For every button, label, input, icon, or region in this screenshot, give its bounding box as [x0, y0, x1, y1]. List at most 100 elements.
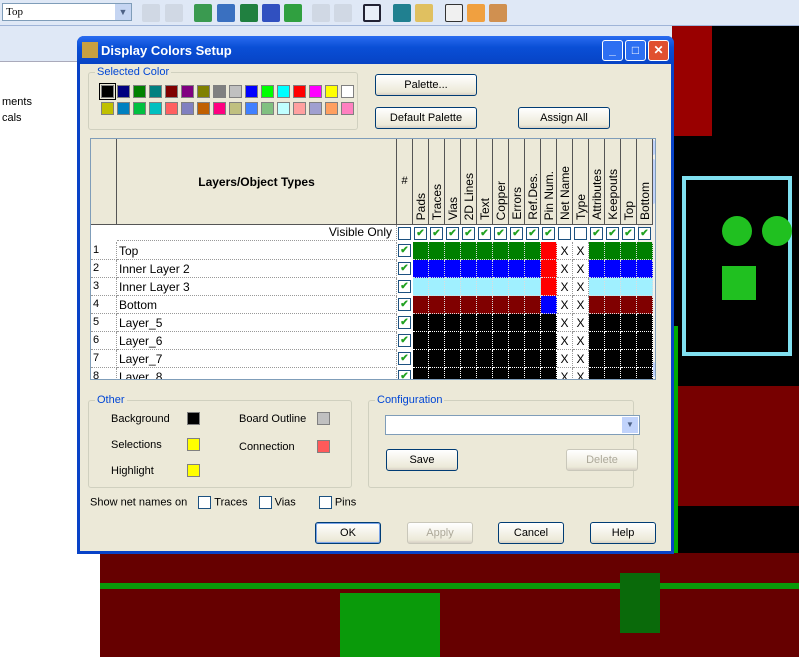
color-cell[interactable] [461, 242, 477, 260]
color-cell[interactable] [477, 332, 493, 350]
color-cell[interactable] [413, 296, 429, 314]
visible-only-checkbox[interactable]: ✔ [606, 227, 619, 240]
chevron-down-icon[interactable]: ▼ [115, 4, 131, 20]
color-cell[interactable] [429, 242, 445, 260]
color-cell[interactable] [637, 260, 653, 278]
column-header[interactable]: Copper [493, 139, 509, 225]
unavailable-cell[interactable]: X [573, 368, 589, 379]
color-cell[interactable] [493, 368, 509, 379]
color-cell[interactable] [461, 332, 477, 350]
palette-color-swatch[interactable] [245, 85, 258, 98]
maximize-button[interactable]: □ [625, 40, 646, 61]
color-cell[interactable] [605, 296, 621, 314]
palette-color-swatch[interactable] [197, 102, 210, 115]
color-cell[interactable] [621, 368, 637, 379]
layer-name[interactable]: Inner Layer 2 [117, 260, 397, 278]
color-cell[interactable] [541, 242, 557, 260]
color-cell[interactable] [525, 350, 541, 368]
save-button[interactable]: Save [386, 449, 458, 471]
column-header[interactable]: Errors [509, 139, 525, 225]
color-cell[interactable] [477, 296, 493, 314]
column-header[interactable]: Vias [445, 139, 461, 225]
color-cell[interactable] [589, 332, 605, 350]
color-cell[interactable] [509, 350, 525, 368]
color-cell[interactable] [477, 314, 493, 332]
color-cell[interactable] [461, 314, 477, 332]
pads-logo-icon[interactable] [489, 4, 507, 22]
color-cell[interactable] [621, 332, 637, 350]
configuration-select[interactable]: ▼ [385, 415, 640, 435]
color-cell[interactable] [621, 296, 637, 314]
color-cell[interactable] [621, 314, 637, 332]
color-cell[interactable] [589, 350, 605, 368]
column-header[interactable]: Pin Num. [541, 139, 557, 225]
visible-only-checkbox[interactable]: ✔ [494, 227, 507, 240]
hammer-icon[interactable] [445, 4, 463, 22]
color-cell[interactable] [445, 332, 461, 350]
palette-color-swatch[interactable] [213, 102, 226, 115]
column-header[interactable]: Top [621, 139, 637, 225]
layer-visible-checkbox[interactable]: ✔ [398, 370, 411, 379]
color-cell[interactable] [589, 278, 605, 296]
layer-visible-checkbox[interactable]: ✔ [398, 262, 411, 275]
color-cell[interactable] [541, 314, 557, 332]
refresh-icon[interactable] [165, 4, 183, 22]
color-cell[interactable] [525, 242, 541, 260]
palette-color-swatch[interactable] [165, 85, 178, 98]
visible-only-checkbox[interactable]: ✔ [510, 227, 523, 240]
layer-name[interactable]: Top [117, 242, 397, 260]
help-button[interactable]: Help [590, 522, 656, 544]
color-cell[interactable] [493, 278, 509, 296]
dialog-title-bar[interactable]: Display Colors Setup _ □ ✕ [77, 36, 674, 64]
close-button[interactable]: ✕ [648, 40, 669, 61]
column-header[interactable]: Net Name [557, 139, 573, 225]
connection-color-swatch[interactable] [317, 440, 330, 453]
pcb-canvas-bottom[interactable] [100, 553, 799, 657]
color-cell[interactable] [413, 350, 429, 368]
color-cell[interactable] [541, 296, 557, 314]
color-cell[interactable] [637, 242, 653, 260]
color-cell[interactable] [589, 296, 605, 314]
unavailable-cell[interactable]: X [557, 350, 573, 368]
color-cell[interactable] [525, 332, 541, 350]
color-cell[interactable] [605, 260, 621, 278]
color-cell[interactable] [509, 296, 525, 314]
color-cell[interactable] [477, 350, 493, 368]
column-header[interactable]: Text [477, 139, 493, 225]
color-cell[interactable] [429, 314, 445, 332]
layer-visible-checkbox[interactable]: ✔ [398, 244, 411, 257]
color-cell[interactable] [541, 260, 557, 278]
layer-select[interactable]: Top ▼ [2, 3, 132, 21]
minimize-button[interactable]: _ [602, 40, 623, 61]
route-icon[interactable] [262, 4, 280, 22]
color-cell[interactable] [509, 368, 525, 379]
visible-only-checkbox[interactable]: ✔ [430, 227, 443, 240]
palette-color-swatch[interactable] [229, 85, 242, 98]
traces-checkbox[interactable] [198, 496, 212, 509]
palette-color-swatch[interactable] [149, 102, 162, 115]
color-cell[interactable] [637, 296, 653, 314]
color-cell[interactable] [445, 314, 461, 332]
color-cell[interactable] [621, 278, 637, 296]
color-cell[interactable] [461, 368, 477, 379]
color-cell[interactable] [525, 260, 541, 278]
color-cell[interactable] [605, 368, 621, 379]
color-cell[interactable] [637, 350, 653, 368]
palette-color-swatch[interactable] [277, 102, 290, 115]
layer-name[interactable]: Layer_6 [117, 332, 397, 350]
color-cell[interactable] [525, 296, 541, 314]
color-cell[interactable] [429, 296, 445, 314]
unavailable-cell[interactable]: X [573, 314, 589, 332]
ecc-icon[interactable] [240, 4, 258, 22]
color-cell[interactable] [509, 332, 525, 350]
color-cell[interactable] [429, 278, 445, 296]
color-cell[interactable] [605, 350, 621, 368]
palette-button[interactable]: Palette... [375, 74, 477, 96]
color-cell[interactable] [541, 350, 557, 368]
palette-color-swatch[interactable] [309, 102, 322, 115]
palette-color-swatch[interactable] [117, 102, 130, 115]
column-header[interactable]: Attributes [589, 139, 605, 225]
color-cell[interactable] [509, 260, 525, 278]
color-cell[interactable] [605, 278, 621, 296]
palette-color-swatch[interactable] [261, 85, 274, 98]
